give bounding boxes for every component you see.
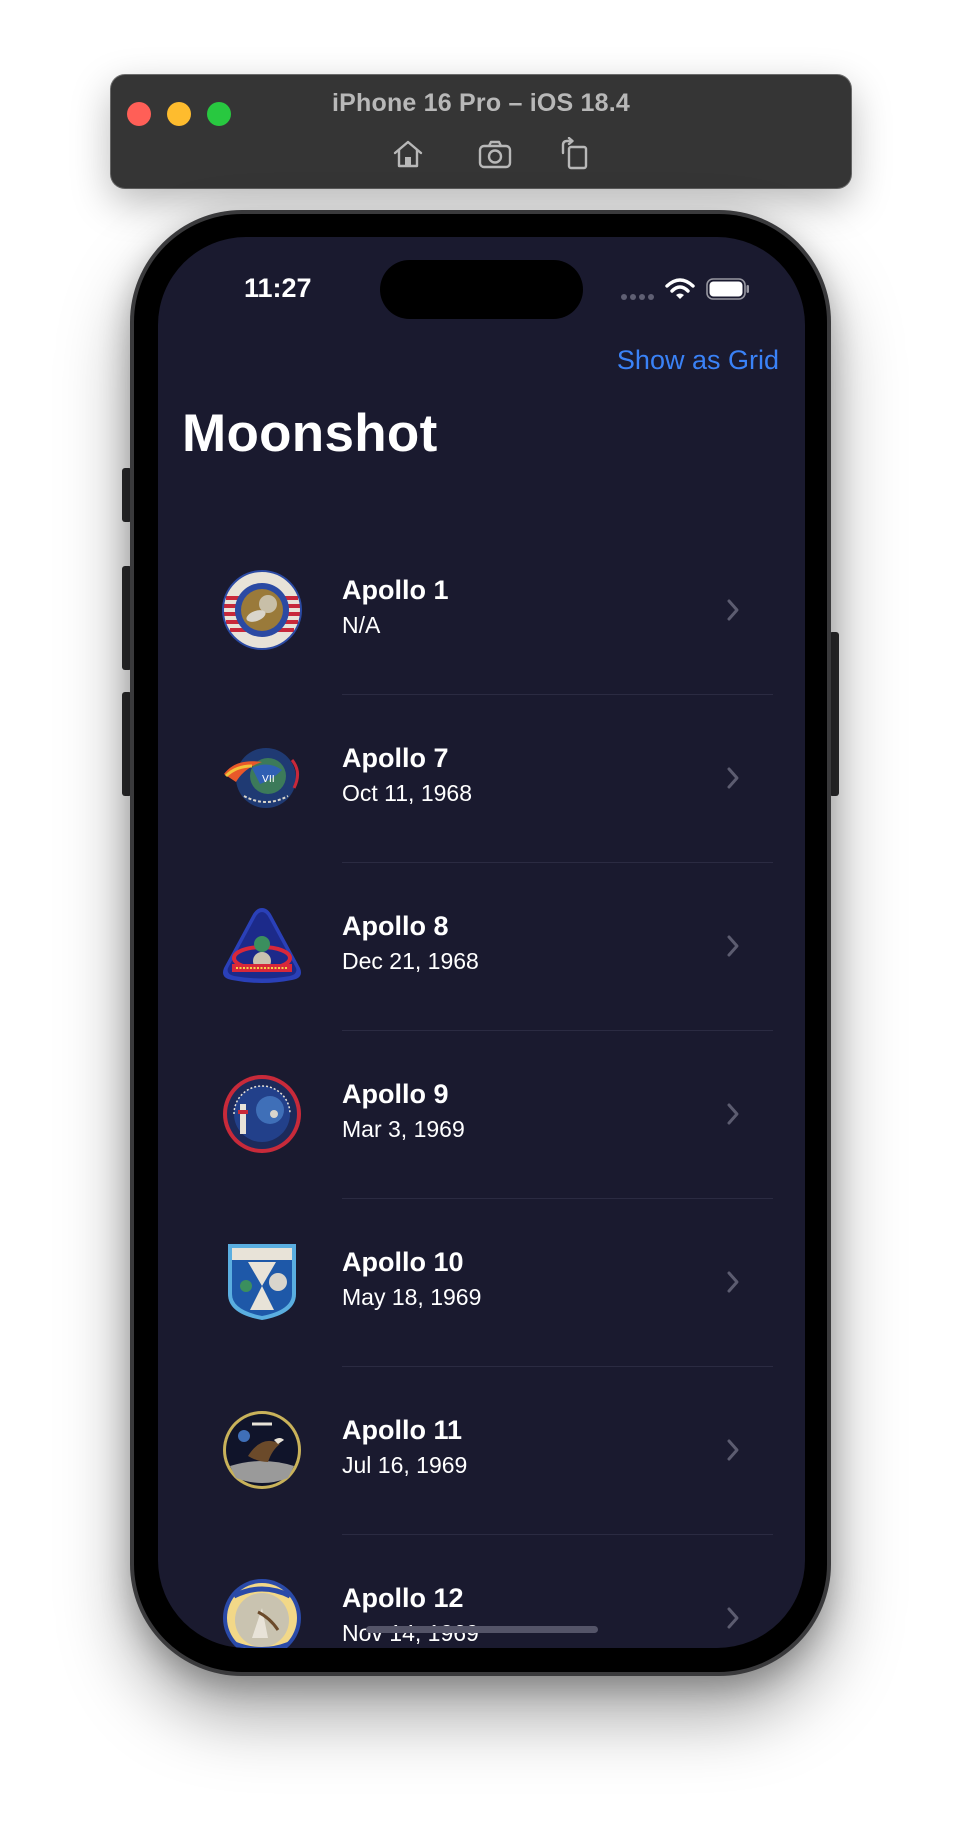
list-item-apollo-10[interactable]: Apollo 10 May 18, 1969 (158, 1199, 805, 1367)
mission-name: Apollo 11 (342, 1415, 463, 1445)
chevron-right-icon (727, 1607, 739, 1629)
apollo-7-patch-icon: VII (222, 738, 302, 818)
mission-date: N/A (342, 612, 381, 638)
mission-date: May 18, 1969 (342, 1284, 482, 1310)
simulator-title: iPhone 16 Pro – iOS 18.4 (332, 89, 630, 117)
phone-screen: 11:27 Show as Grid Moonshot Apollo 1 N/A… (158, 237, 805, 1648)
mission-name: Apollo 12 (342, 1583, 464, 1613)
mission-date: Nov 14, 1969 (342, 1620, 479, 1646)
wifi-icon (665, 278, 695, 299)
simulator-stage: iPhone 16 Pro – iOS 18.4 11:27 Show as G… (0, 0, 962, 1826)
list-item-apollo-11[interactable]: Apollo 11 Jul 16, 1969 (158, 1367, 805, 1535)
list-item-apollo-8[interactable]: Apollo 8 Dec 21, 1968 (158, 863, 805, 1031)
chevron-right-icon (727, 767, 739, 789)
page-title: Moonshot (182, 404, 438, 463)
apollo-11-patch-icon (222, 1410, 302, 1490)
apollo-10-patch-icon (222, 1242, 302, 1322)
mission-name: Apollo 9 (342, 1079, 449, 1109)
home-indicator[interactable] (366, 1626, 598, 1633)
list-item-apollo-9[interactable]: Apollo 9 Mar 3, 1969 (158, 1031, 805, 1199)
list-item-apollo-1[interactable]: Apollo 1 N/A (158, 527, 805, 695)
mission-date: Oct 11, 1968 (342, 780, 472, 806)
show-as-grid-button[interactable]: Show as Grid (617, 345, 779, 376)
chevron-right-icon (727, 935, 739, 957)
mission-date: Dec 21, 1968 (342, 948, 479, 974)
mission-name: Apollo 7 (342, 743, 449, 773)
chevron-right-icon (727, 1271, 739, 1293)
dynamic-island (380, 260, 583, 319)
chevron-right-icon (727, 1103, 739, 1125)
rotate-icon[interactable] (557, 137, 593, 171)
mission-name: Apollo 1 (342, 575, 449, 605)
apollo-1-patch-icon (222, 570, 302, 650)
apollo-12-patch-icon (222, 1578, 302, 1648)
mission-name: Apollo 8 (342, 911, 449, 941)
svg-text:VII: VII (262, 774, 275, 785)
apollo-9-patch-icon (222, 1074, 302, 1154)
screenshot-icon[interactable] (477, 137, 513, 171)
mission-date: Jul 16, 1969 (342, 1452, 468, 1478)
status-time: 11:27 (244, 273, 312, 303)
home-icon[interactable] (390, 137, 426, 171)
mission-name: Apollo 10 (342, 1247, 464, 1277)
simulator-toolbar: iPhone 16 Pro – iOS 18.4 (111, 75, 851, 188)
mission-date: Mar 3, 1969 (342, 1116, 465, 1142)
mission-list: Apollo 1 N/A VII Apollo 7 Oct 11, 1968 A… (158, 527, 805, 1648)
apollo-8-patch-icon (222, 906, 302, 986)
list-item-apollo-7[interactable]: VII Apollo 7 Oct 11, 1968 (158, 695, 805, 863)
chevron-right-icon (727, 599, 739, 621)
cellular-signal-icon (621, 294, 654, 300)
battery-icon (706, 278, 749, 300)
chevron-right-icon (727, 1439, 739, 1461)
